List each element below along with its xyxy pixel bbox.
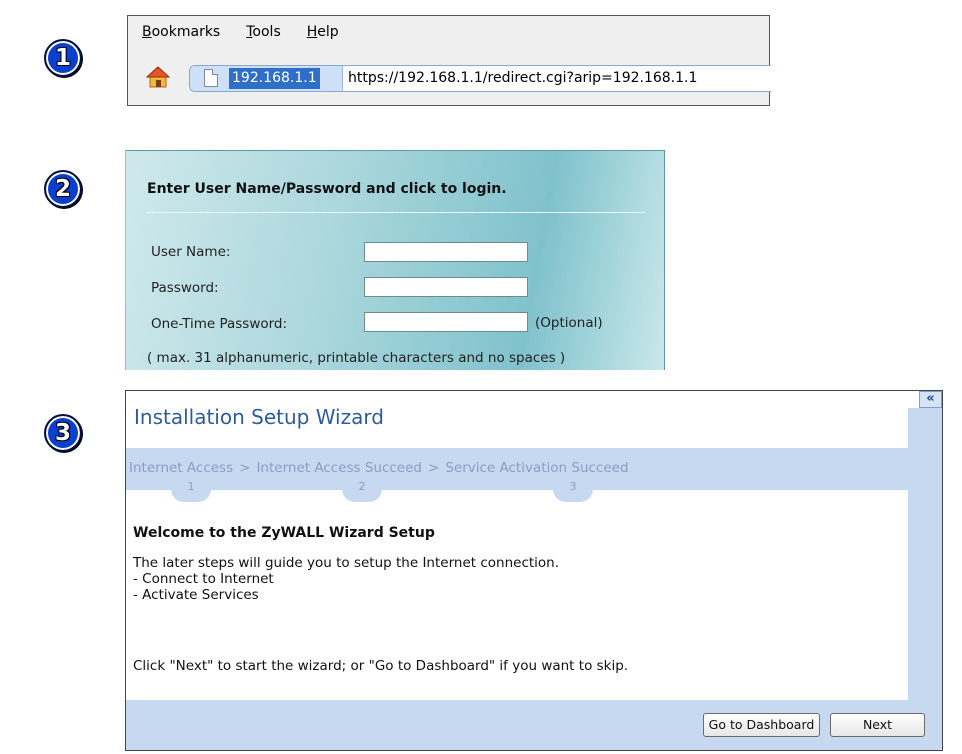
step-number-2: 2 bbox=[342, 476, 382, 502]
next-button[interactable]: Next bbox=[830, 713, 925, 737]
password-label: Password: bbox=[151, 280, 219, 296]
login-title: Enter User Name/Password and click to lo… bbox=[147, 181, 507, 197]
password-input[interactable] bbox=[364, 277, 528, 297]
otp-input[interactable] bbox=[364, 312, 528, 332]
wizard-window: Installation Setup Wizard « Internet Acc… bbox=[125, 390, 943, 751]
step-badge-1: 1 bbox=[44, 39, 82, 77]
menu-bar: Bookmarks Tools Help bbox=[128, 16, 769, 47]
step-label-1: Internet Access bbox=[129, 460, 234, 476]
steps-text: Internet Access > Internet Access Succeed >… bbox=[129, 460, 629, 476]
menu-help[interactable]: Help bbox=[307, 24, 339, 40]
step-separator: > bbox=[428, 460, 440, 476]
wizard-description: The later steps will guide you to setup … bbox=[133, 555, 560, 603]
wizard-footer: Go to Dashboard Next bbox=[126, 700, 942, 750]
go-to-dashboard-button[interactable]: Go to Dashboard bbox=[703, 713, 820, 737]
step-separator: > bbox=[239, 460, 251, 476]
home-icon[interactable] bbox=[146, 66, 170, 88]
site-identity-button[interactable]: 192.168.1.1 bbox=[190, 66, 343, 91]
wizard-steps: Internet Access > Internet Access Succeed >… bbox=[126, 448, 908, 490]
wizard-hint: Click "Next" to start the wizard; or "Go… bbox=[133, 658, 629, 674]
menu-tools[interactable]: Tools bbox=[246, 24, 281, 40]
wizard-body: Welcome to the ZyWALL Wizard Setup The l… bbox=[133, 525, 559, 603]
wizard-title: Installation Setup Wizard bbox=[134, 405, 384, 429]
navigation-bar: 192.168.1.1 https://192.168.1.1/redirect… bbox=[128, 63, 771, 93]
page-icon bbox=[204, 69, 218, 87]
collapse-icon[interactable]: « bbox=[919, 391, 942, 408]
step-label-3: Service Activation Succeed bbox=[445, 460, 629, 476]
username-input[interactable] bbox=[364, 242, 528, 262]
url-text[interactable]: https://192.168.1.1/redirect.cgi?arip=19… bbox=[348, 66, 697, 91]
right-sidebar bbox=[908, 408, 942, 750]
username-label: User Name: bbox=[151, 244, 231, 260]
address-bar[interactable]: 192.168.1.1 https://192.168.1.1/redirect… bbox=[189, 65, 771, 92]
site-host: 192.168.1.1 bbox=[229, 68, 320, 89]
login-panel: Enter User Name/Password and click to lo… bbox=[125, 150, 665, 370]
divider bbox=[147, 212, 645, 213]
step-badge-2: 2 bbox=[44, 170, 82, 208]
login-note: ( max. 31 alphanumeric, printable charac… bbox=[147, 350, 566, 366]
optional-label: (Optional) bbox=[535, 315, 603, 331]
step-number-1: 1 bbox=[171, 476, 211, 502]
step-badge-3: 3 bbox=[44, 414, 82, 452]
welcome-heading: Welcome to the ZyWALL Wizard Setup bbox=[133, 525, 435, 541]
menu-bookmarks[interactable]: Bookmarks bbox=[142, 24, 220, 40]
browser-window: Bookmarks Tools Help 192.168.1.1 https:/… bbox=[127, 15, 771, 106]
step-label-2: Internet Access Succeed bbox=[256, 460, 422, 476]
otp-label: One-Time Password: bbox=[151, 316, 288, 332]
step-number-3: 3 bbox=[553, 476, 593, 502]
